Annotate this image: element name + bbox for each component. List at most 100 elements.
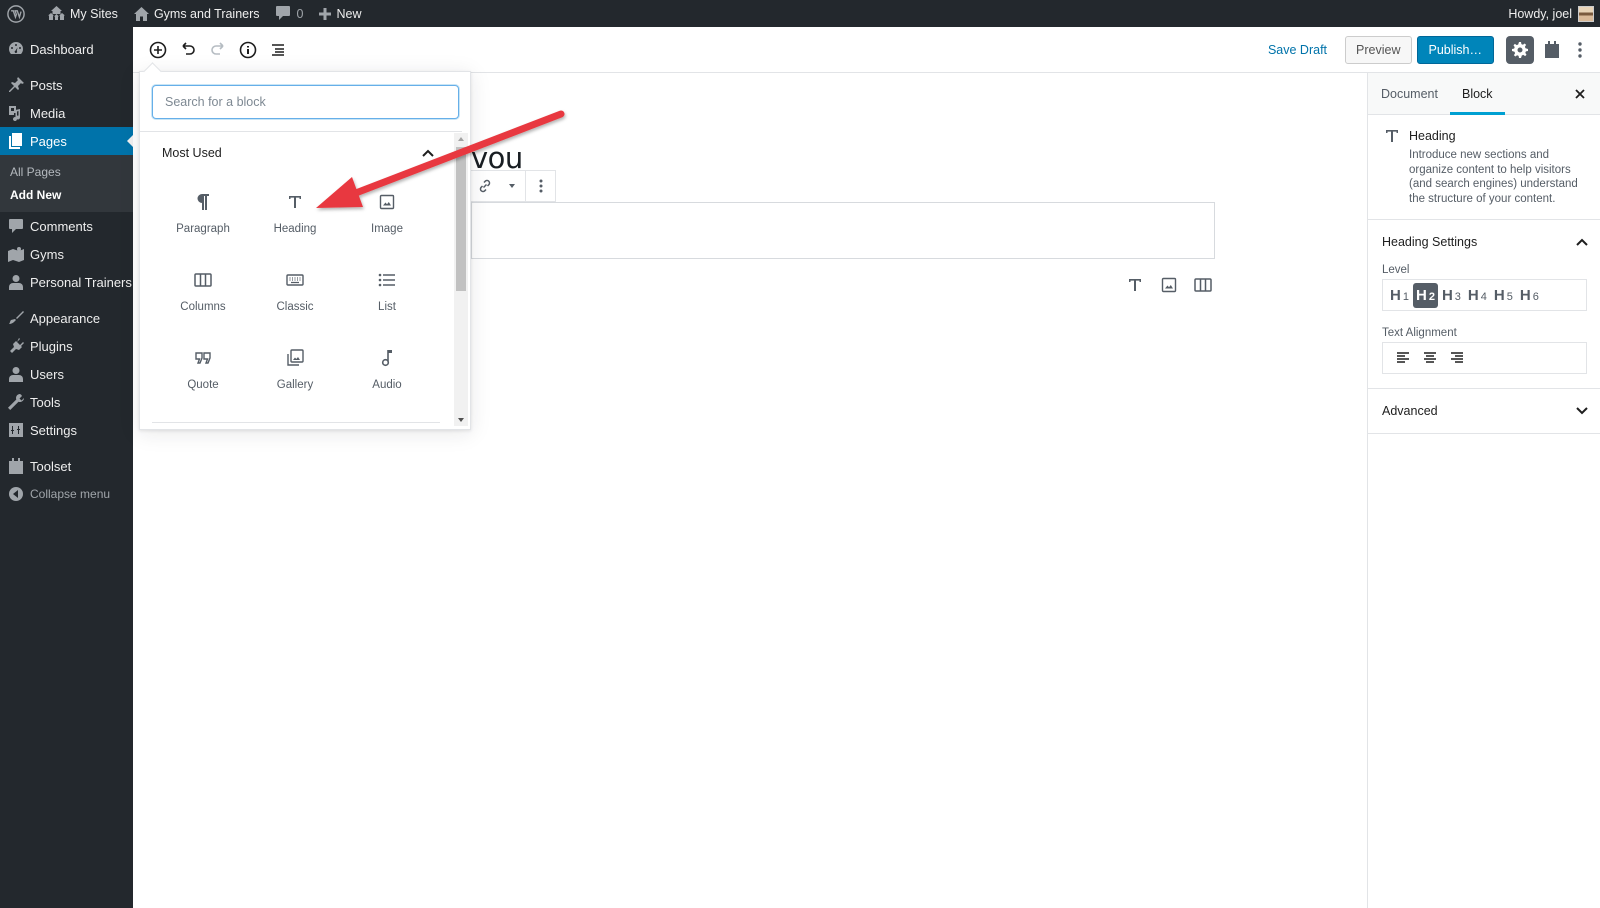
block-item-audio[interactable]: Audio [341,330,433,406]
paragraph-block[interactable] [471,202,1215,259]
undo-button[interactable] [173,35,203,65]
publish-button[interactable]: Publish… [1416,35,1494,64]
user-icon [8,366,24,382]
inserter-scrollbar[interactable] [454,133,468,426]
level-number: 3 [1454,290,1461,303]
block-item-label: Gallery [276,378,314,391]
comments-menu[interactable]: 0 [268,0,312,27]
level-number: 2 [1428,290,1435,303]
add-block-button[interactable] [143,35,173,65]
preview-button[interactable]: Preview [1345,35,1412,64]
block-search-input[interactable] [152,85,459,119]
menu-item-users[interactable]: Users [0,360,133,388]
most-used-panel-header[interactable]: Most Used [140,132,448,174]
block-item-classic[interactable]: Classic [249,252,341,328]
site-name-menu[interactable]: Gyms and Trainers [126,0,268,27]
heading-level-5-button[interactable]: H5 [1491,283,1516,308]
block-item-image[interactable]: Image [341,174,433,250]
toolset-button[interactable] [1538,36,1566,64]
align-center-button[interactable] [1416,345,1443,371]
block-item-paragraph[interactable]: Paragraph [157,174,249,250]
user-icon [8,274,24,290]
block-more-options-button[interactable] [525,171,555,201]
heading-level-4-button[interactable]: H4 [1465,283,1490,308]
redo-button[interactable] [203,35,233,65]
menu-item-posts[interactable]: Posts [0,71,133,99]
undo-icon [182,41,195,55]
menu-item-plugins[interactable]: Plugins [0,332,133,360]
menu-item-media[interactable]: Media [0,99,133,127]
most-used-title: Most Used [162,146,222,160]
close-sidebar-button[interactable] [1568,82,1592,106]
block-item-heading[interactable]: Heading [249,174,341,250]
menu-item-gyms[interactable]: Gyms [0,240,133,268]
heading-level-2-button[interactable]: H2 [1412,282,1438,308]
insert-heading-button[interactable] [1123,273,1147,297]
block-item-gallery[interactable]: Gallery [249,330,341,406]
menu-item-tools[interactable]: Tools [0,388,133,416]
advanced-toggle[interactable]: Advanced [1368,389,1600,433]
list-outline-icon [272,43,284,56]
menu-item-label: Posts [30,77,63,93]
vertical-ellipsis-icon [539,179,542,193]
menu-item-label: Collapse menu [30,487,111,501]
submenu-item-add-new[interactable]: Add New [0,183,133,206]
admin-bar: My Sites Gyms and Trainers 0 New Howdy, … [0,0,1600,27]
my-account-menu[interactable]: Howdy, joel [1500,0,1594,27]
menu-item-appearance[interactable]: Appearance [0,304,133,332]
tab-block[interactable]: Block [1449,73,1505,115]
scroll-up-arrow[interactable] [458,137,464,141]
link-button[interactable] [471,171,498,201]
my-sites-icon [48,6,65,20]
block-item-quote[interactable]: Quote [157,330,249,406]
gallery-icon [286,346,304,370]
menu-item-label: Users [30,366,64,382]
content-info-button[interactable] [233,35,263,65]
align-left-button[interactable] [1389,345,1416,371]
heading-level-1-button[interactable]: H1 [1387,283,1412,308]
block-navigation-button[interactable] [263,35,293,65]
settings-toggle-button[interactable] [1506,35,1534,64]
menu-item-label: Appearance [30,310,101,326]
collapse-menu-button[interactable]: Collapse menu [0,480,133,508]
block-item-label: List [378,300,396,313]
more-tools-button[interactable] [1568,36,1592,64]
save-draft-button[interactable]: Save Draft [1256,43,1339,57]
vertical-ellipsis-icon [1578,41,1582,58]
menu-item-settings[interactable]: Settings [0,416,133,444]
menu-item-label: Plugins [30,338,73,354]
comments-count: 0 [296,6,304,21]
settings-icon [8,422,24,438]
toolset-icon [1545,41,1559,58]
more-formatting-dropdown[interactable] [498,171,525,201]
heading-level-3-button[interactable]: H3 [1439,283,1464,308]
block-item-columns[interactable]: Columns [157,252,249,328]
menu-item-label: Tools [30,394,61,410]
my-sites-menu[interactable]: My Sites [40,0,126,27]
home-icon [133,6,149,21]
scroll-down-arrow[interactable] [458,418,464,422]
tab-document[interactable]: Document [1368,73,1450,114]
heading-level-6-button[interactable]: H6 [1517,283,1542,308]
level-number: 4 [1480,290,1487,303]
block-item-list[interactable]: List [341,252,433,328]
new-content-menu[interactable]: New [311,0,369,27]
align-right-button[interactable] [1443,345,1470,371]
scrollbar-thumb[interactable] [456,147,466,291]
block-item-label: Audio [372,378,402,391]
wordpress-logo-menu[interactable] [0,0,40,27]
settings-sidebar: Document Block Heading Introduce new sec… [1367,73,1600,908]
menu-item-personal-trainers[interactable]: Personal Trainers [0,268,133,296]
heading-settings-toggle[interactable]: Heading Settings [1368,220,1600,264]
submenu-item-all-pages[interactable]: All Pages [0,160,133,183]
insert-image-button[interactable] [1157,273,1181,297]
image-icon [1161,277,1177,293]
menu-item-pages[interactable]: Pages [0,127,133,155]
wordpress-logo-icon [7,4,25,23]
plus-icon [319,7,332,20]
menu-item-dashboard[interactable]: Dashboard [0,35,133,63]
menu-item-comments[interactable]: Comments [0,212,133,240]
insert-columns-button[interactable] [1191,273,1215,297]
block-item-label: Heading [273,222,317,235]
menu-item-toolset[interactable]: Toolset [0,452,133,480]
